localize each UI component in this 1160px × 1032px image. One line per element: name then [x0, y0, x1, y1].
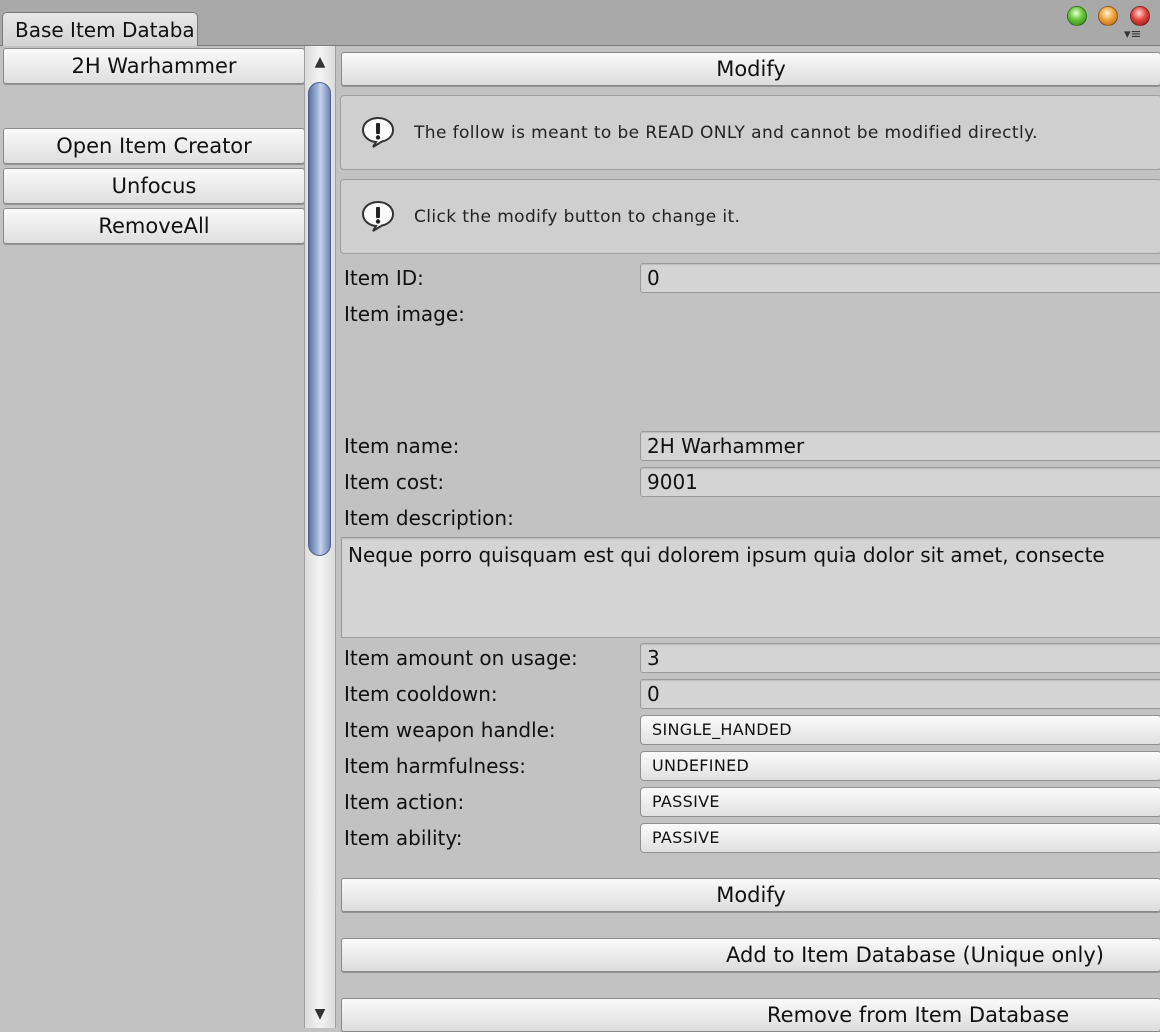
item-cooldown-field[interactable]: 0 [640, 679, 1160, 709]
maximize-icon[interactable] [1067, 6, 1087, 26]
scroll-up-arrow-icon[interactable]: ▲ [304, 48, 336, 76]
scrollbar-thumb[interactable] [308, 82, 331, 556]
scroll-down-arrow-icon[interactable]: ▼ [304, 1000, 336, 1028]
item-name-field[interactable]: 2H Warhammer [640, 431, 1160, 461]
item-harmfulness-dropdown[interactable]: UNDEFINED [640, 751, 1160, 781]
item-weapon-handle-dropdown[interactable]: SINGLE_HANDED [640, 715, 1160, 745]
help-text-read-only: The follow is meant to be READ ONLY and … [414, 123, 1038, 143]
item-name-label: Item name: [344, 434, 460, 458]
modify-button-bottom[interactable]: Modify [341, 878, 1160, 912]
open-item-creator-button[interactable]: Open Item Creator [3, 128, 305, 164]
item-ability-label: Item ability: [344, 826, 463, 850]
item-description-textarea[interactable]: Neque porro quisquam est qui dolorem ips… [341, 537, 1160, 638]
item-cost-field[interactable]: 9001 [640, 467, 1160, 497]
menu-icon[interactable]: ▾≡ [1124, 28, 1141, 42]
info-icon [361, 116, 395, 148]
unfocus-button[interactable]: Unfocus [3, 168, 305, 204]
item-action-label: Item action: [344, 790, 465, 814]
item-ability-dropdown[interactable]: PASSIVE [640, 823, 1160, 853]
help-box-modify-hint: Click the modify button to change it. [340, 179, 1160, 254]
modify-button-top[interactable]: Modify [341, 52, 1160, 86]
item-action-dropdown[interactable]: PASSIVE [640, 787, 1160, 817]
item-amount-field[interactable]: 3 [640, 643, 1160, 673]
remove-all-button[interactable]: RemoveAll [3, 208, 305, 244]
item-description-label: Item description: [344, 506, 514, 530]
item-cooldown-label: Item cooldown: [344, 682, 498, 706]
selected-item-button[interactable]: 2H Warhammer [3, 48, 305, 84]
item-cost-label: Item cost: [344, 470, 445, 494]
help-box-read-only: The follow is meant to be READ ONLY and … [340, 95, 1160, 170]
item-id-label: Item ID: [344, 266, 424, 290]
info-icon [361, 200, 395, 232]
tab-base-item-database[interactable]: Base Item Databa [2, 12, 198, 46]
item-harmfulness-label: Item harmfulness: [344, 754, 527, 778]
item-amount-label: Item amount on usage: [344, 646, 578, 670]
item-id-field[interactable]: 0 [640, 263, 1160, 293]
add-to-item-database-button[interactable]: Add to Item Database (Unique only) [341, 938, 1160, 972]
minimize-icon[interactable] [1098, 6, 1118, 26]
remove-from-item-database-button[interactable]: Remove from Item Database [341, 998, 1160, 1032]
help-text-modify-hint: Click the modify button to change it. [414, 207, 741, 227]
item-image-label: Item image: [344, 302, 465, 326]
item-weapon-handle-label: Item weapon handle: [344, 718, 556, 742]
close-icon[interactable] [1130, 6, 1150, 26]
